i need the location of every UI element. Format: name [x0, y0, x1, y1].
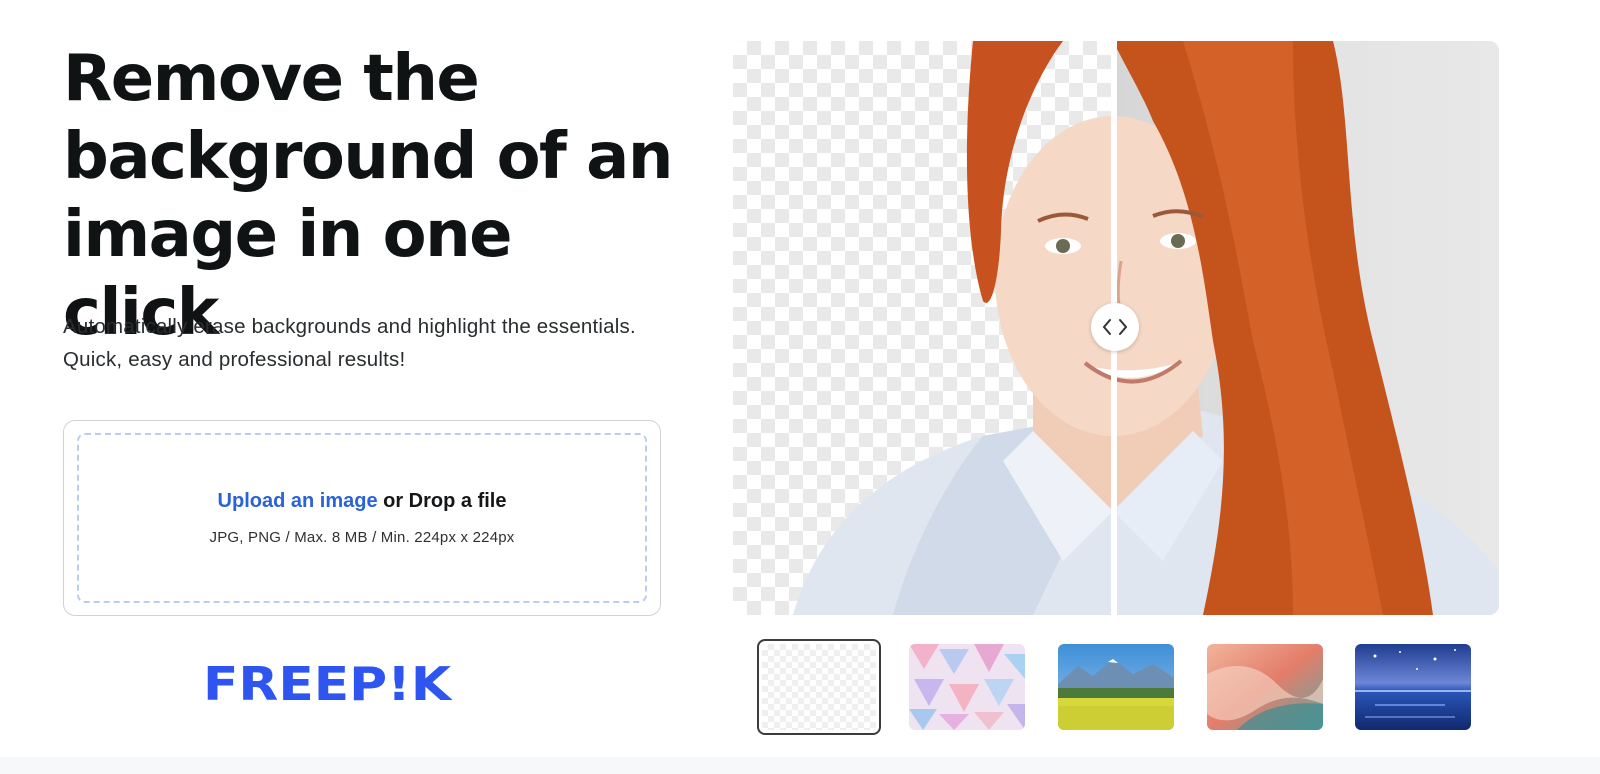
- freepik-logo[interactable]: FREEP!K: [203, 657, 454, 711]
- subtitle-line-2: Quick, easy and professional results!: [63, 348, 406, 371]
- background-picker: [757, 639, 1477, 735]
- upload-requirements: JPG, PNG / Max. 8 MB / Min. 224px x 224p…: [209, 529, 515, 546]
- logo-text: FREEP!K: [203, 660, 453, 704]
- before-after-comparison[interactable]: [733, 41, 1499, 615]
- page-bottom-edge: [0, 757, 1600, 774]
- hero-subtitle: Automatically erase backgrounds and high…: [63, 310, 703, 376]
- hero-section: Remove the background of an image in one…: [63, 40, 683, 352]
- drop-file-text: or Drop a file: [377, 490, 507, 512]
- thumb-abstract-waves[interactable]: [1207, 644, 1323, 730]
- upload-image-link[interactable]: Upload an image: [218, 490, 378, 512]
- mountain-meadow-image: [1058, 644, 1174, 730]
- transparent-checker: [762, 644, 876, 730]
- freepik-logo-mark: FREEP!K: [203, 657, 454, 711]
- thumb-transparent[interactable]: [757, 639, 881, 735]
- pastel-triangles-image: [909, 644, 1025, 730]
- night-sea-image: [1355, 644, 1471, 730]
- thumb-night-sea[interactable]: [1355, 644, 1471, 730]
- abstract-waves-image: [1207, 644, 1323, 730]
- comparison-slider-handle[interactable]: [1091, 303, 1139, 351]
- page-title: Remove the background of an image in one…: [63, 42, 673, 350]
- thumb-pastel-triangles[interactable]: [909, 644, 1025, 730]
- subtitle-line-1: Automatically erase backgrounds and high…: [63, 315, 636, 338]
- chevron-left-right-icon: [1102, 319, 1128, 335]
- upload-prompt: Upload an image or Drop a file: [218, 490, 507, 513]
- dropzone-dashed-area[interactable]: Upload an image or Drop a file JPG, PNG …: [77, 433, 647, 603]
- thumb-mountain-meadow[interactable]: [1058, 644, 1174, 730]
- upload-dropzone[interactable]: Upload an image or Drop a file JPG, PNG …: [63, 420, 661, 616]
